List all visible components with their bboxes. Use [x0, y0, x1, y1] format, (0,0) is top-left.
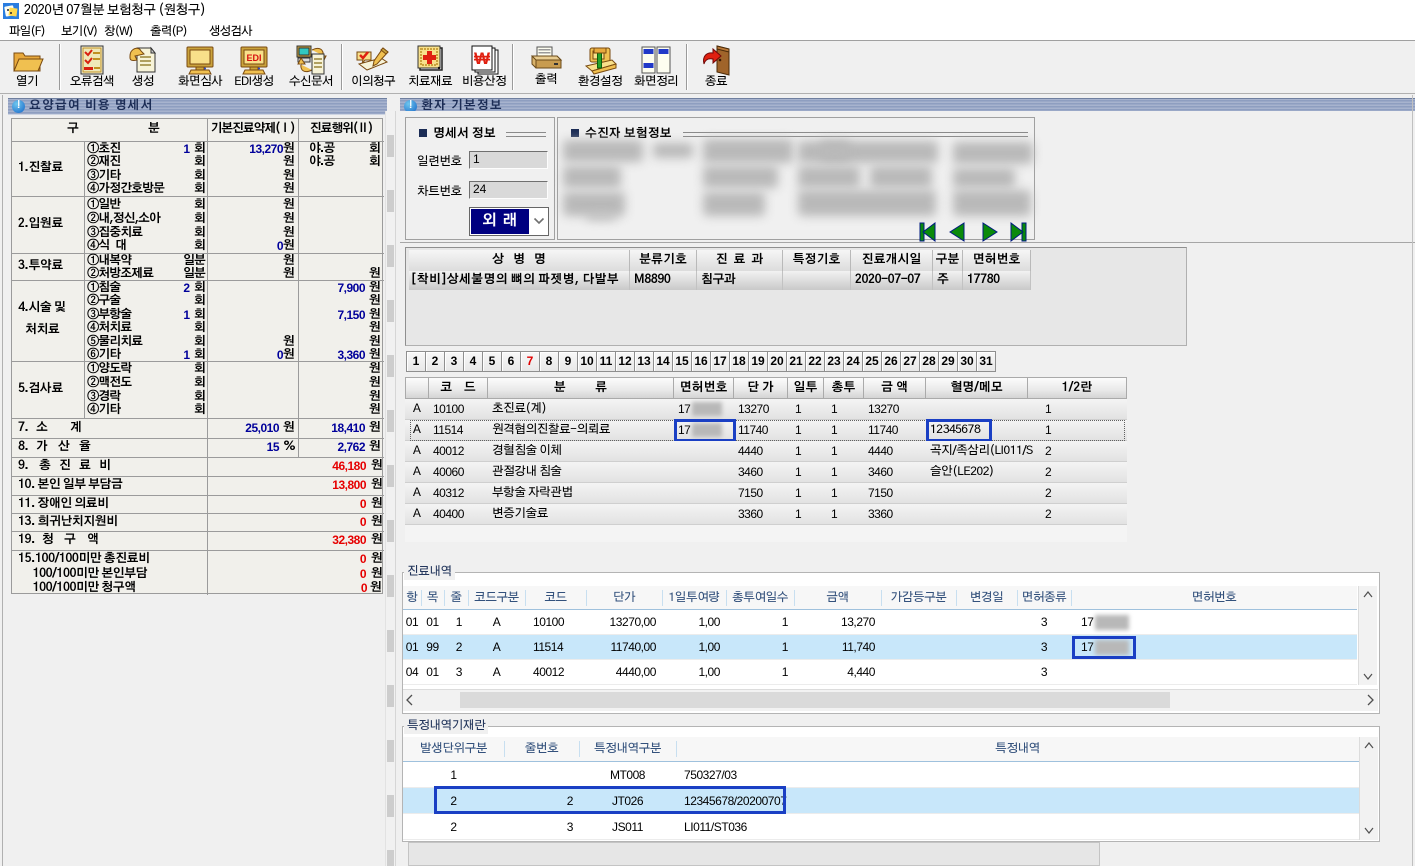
svg-text:EDI: EDI — [246, 53, 261, 63]
svg-text:₩: ₩ — [474, 49, 491, 68]
